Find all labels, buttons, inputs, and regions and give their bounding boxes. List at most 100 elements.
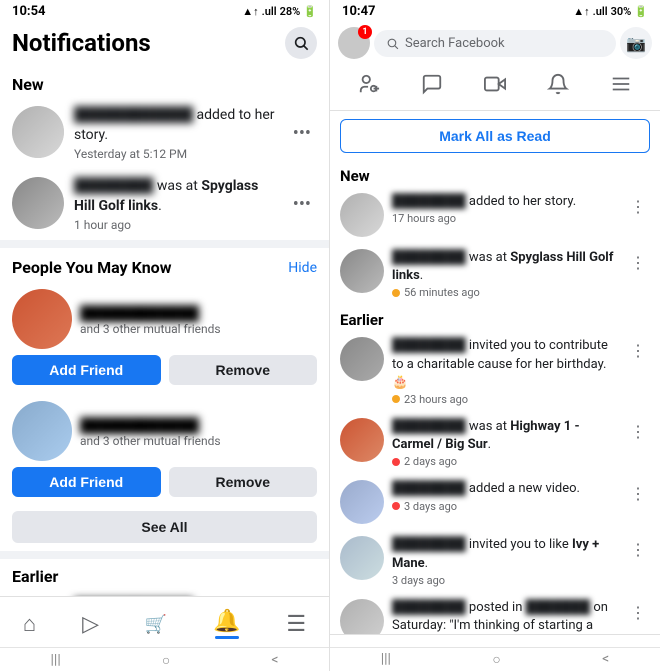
remove-button[interactable]: Remove xyxy=(169,355,318,385)
status-dot xyxy=(392,458,400,466)
marketplace-icon: 🛒 xyxy=(145,614,167,635)
profile-avatar[interactable]: 1 xyxy=(338,27,370,59)
watch-icon: ▷ xyxy=(82,612,99,637)
status-dot xyxy=(392,289,400,297)
add-friend-button[interactable]: Add Friend xyxy=(12,355,161,385)
notif-body: ████████████ added to her story. Yesterd… xyxy=(74,106,277,161)
more-options-button[interactable]: ⋮ xyxy=(626,482,650,505)
nav-watch[interactable]: ▷ xyxy=(74,610,107,639)
status-dot xyxy=(392,395,400,403)
notif-item[interactable]: ████████ was at Spyglass Hill Golf links… xyxy=(0,169,329,240)
right-status-icons: ▲↑ .ull 30% 🔋 xyxy=(573,5,648,18)
messenger-nav-icon[interactable] xyxy=(411,67,453,106)
mutual-friends: and 3 other mutual friends xyxy=(80,322,317,336)
right-panel: 10:47 ▲↑ .ull 30% 🔋 1 Search Facebook 📷 xyxy=(330,0,660,671)
mark-all-read-button[interactable]: Mark All as Read xyxy=(340,119,650,153)
add-friend-button[interactable]: Add Friend xyxy=(12,467,161,497)
notif-time: 56 minutes ago xyxy=(392,286,618,299)
right-notif-item[interactable]: ████████ added to her story. 17 hours ag… xyxy=(330,187,660,243)
person-details: ████████████ and 3 other mutual friends xyxy=(80,303,317,336)
avatar xyxy=(12,177,64,229)
more-options-button[interactable]: ••• xyxy=(287,119,317,148)
system-bar-left: ||| ○ < xyxy=(0,647,329,671)
bottom-nav: ⌂ ▷ 🛒 🔔 ☰ xyxy=(0,596,329,647)
notification-badge: 1 xyxy=(358,25,372,39)
notif-text: ████████ was at Highway 1 - Carmel / Big… xyxy=(392,418,618,454)
avatar xyxy=(340,249,384,293)
person-info: ████████████ and 3 other mutual friends xyxy=(12,289,317,349)
system-bar-left-home[interactable]: ○ xyxy=(162,652,170,669)
remove-button[interactable]: Remove xyxy=(169,467,318,497)
nav-menu[interactable]: ☰ xyxy=(278,610,314,639)
nav-notifications[interactable]: 🔔 xyxy=(205,607,248,641)
right-notif-item[interactable]: ████████ added a new video. 3 days ago ⋮ xyxy=(330,474,660,530)
nav-home[interactable]: ⌂ xyxy=(15,609,44,639)
home-icon: ⌂ xyxy=(23,611,36,637)
right-notif-item[interactable]: ████████ invited you to contribute to a … xyxy=(330,331,660,412)
search-icon xyxy=(293,35,309,51)
menu-icon: ☰ xyxy=(286,612,306,637)
video-nav-icon[interactable] xyxy=(474,67,516,106)
avatar xyxy=(340,337,384,381)
more-options-button[interactable]: ⋮ xyxy=(626,538,650,561)
system-bar-left-|||: ||| xyxy=(51,652,61,669)
notif-item[interactable]: ████████████ invited you to contribute t… xyxy=(0,590,329,596)
right-notif-item[interactable]: ████████ was at Highway 1 - Carmel / Big… xyxy=(330,412,660,474)
friends-nav-icon[interactable] xyxy=(348,67,390,106)
avatar xyxy=(12,289,72,349)
right-notif-item[interactable]: ████████ was at Spyglass Hill Golf links… xyxy=(330,243,660,305)
notif-body: ████████ added to her story. 17 hours ag… xyxy=(392,193,618,225)
avatar xyxy=(340,599,384,634)
menu-nav-icon[interactable] xyxy=(600,67,642,106)
right-notif-item[interactable]: ████████ invited you to like Ivy + Mane.… xyxy=(330,530,660,592)
right-system-bar: ||| ○ < xyxy=(330,647,660,671)
more-options-button[interactable]: ⋮ xyxy=(626,601,650,624)
more-options-button[interactable]: ⋮ xyxy=(626,195,650,218)
notif-item[interactable]: ████████████ added to her story. Yesterd… xyxy=(0,98,329,169)
search-icon xyxy=(386,37,399,50)
left-time: 10:54 xyxy=(12,4,46,19)
notif-time: 17 hours ago xyxy=(392,212,618,225)
system-bar-left-back[interactable]: < xyxy=(271,652,278,669)
avatar xyxy=(12,401,72,461)
avatar xyxy=(340,193,384,237)
notif-time: 1 hour ago xyxy=(74,218,277,232)
right-system-|||: ||| xyxy=(381,651,391,668)
right-icon-nav xyxy=(330,63,660,111)
person-name: ████████████ xyxy=(80,303,317,322)
notif-time: 23 hours ago xyxy=(392,393,618,406)
avatar xyxy=(340,418,384,462)
nav-marketplace[interactable]: 🛒 xyxy=(137,612,175,637)
camera-button[interactable]: 📷 xyxy=(620,27,652,59)
more-options-button[interactable]: ⋮ xyxy=(626,251,650,274)
search-bar[interactable]: Search Facebook xyxy=(374,30,616,57)
notif-text: ████████████ added to her story. xyxy=(74,106,277,145)
right-system-home[interactable]: ○ xyxy=(492,651,500,668)
see-all-button[interactable]: See All xyxy=(12,511,317,543)
notif-body: ████████ invited you to contribute to a … xyxy=(392,337,618,406)
more-options-button[interactable]: ⋮ xyxy=(626,420,650,443)
notif-body: ████████ posted in ███████ on Saturday: … xyxy=(392,599,618,634)
notif-text: ████████ posted in ███████ on Saturday: … xyxy=(392,599,618,634)
more-options-button[interactable]: ⋮ xyxy=(626,339,650,362)
right-time: 10:47 xyxy=(342,4,376,19)
more-options-button[interactable]: ••• xyxy=(287,190,317,219)
status-bar-right: 10:47 ▲↑ .ull 30% 🔋 xyxy=(330,0,660,23)
hide-button[interactable]: Hide xyxy=(288,260,317,276)
person-actions: Add Friend Remove xyxy=(12,467,317,497)
search-button[interactable] xyxy=(285,27,317,59)
notif-time: Yesterday at 5:12 PM xyxy=(74,147,277,161)
notif-body: ████████ added a new video. 3 days ago xyxy=(392,480,618,512)
new-section-label: New xyxy=(0,67,329,98)
left-header: Notifications xyxy=(0,23,329,67)
avatar xyxy=(340,480,384,524)
person-actions: Add Friend Remove xyxy=(12,355,317,385)
right-new-label: New xyxy=(330,161,660,187)
active-indicator xyxy=(215,636,239,639)
right-notif-item[interactable]: ████████ posted in ███████ on Saturday: … xyxy=(330,593,660,634)
bell-nav-icon[interactable] xyxy=(537,67,579,106)
right-top-nav: 1 Search Facebook 📷 xyxy=(330,23,660,63)
right-system-back[interactable]: < xyxy=(602,651,609,668)
left-status-icons: ▲↑ .ull 28% 🔋 xyxy=(242,5,317,18)
page-title: Notifications xyxy=(12,29,151,57)
